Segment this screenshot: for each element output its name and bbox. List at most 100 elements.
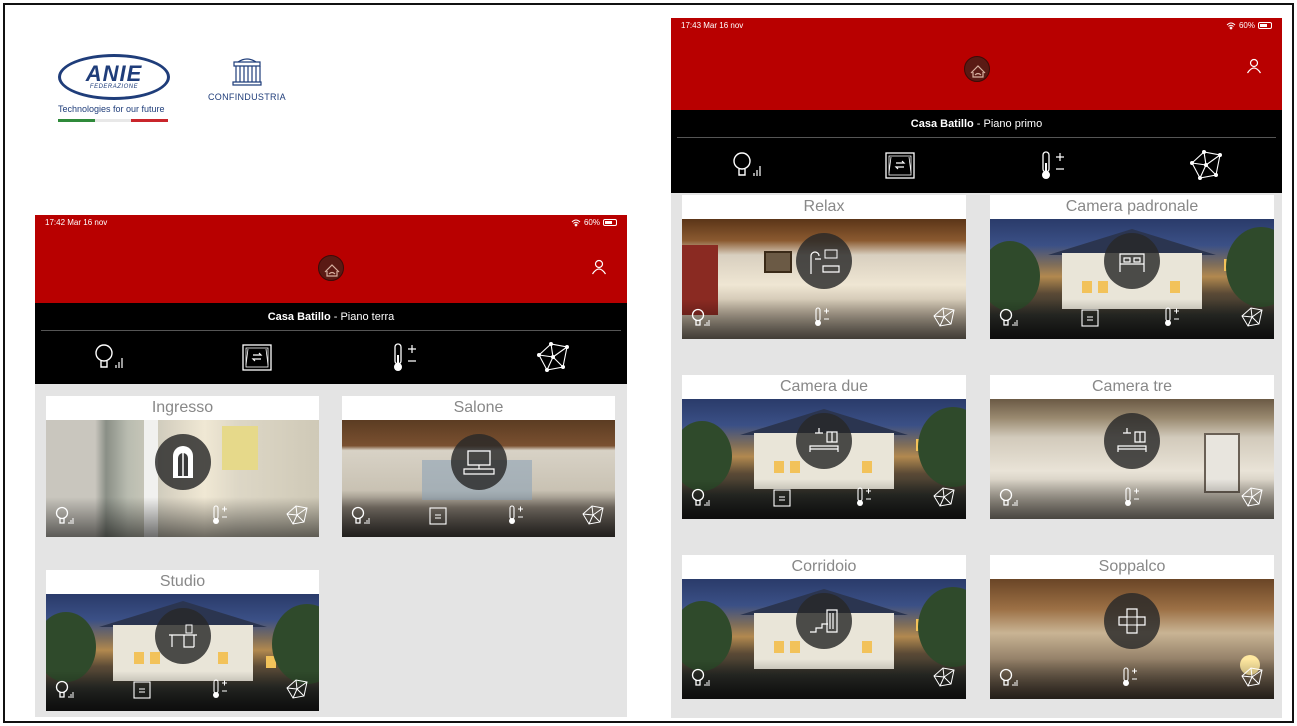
network-scenarios-icon[interactable]: [535, 341, 571, 373]
shutters-icon[interactable]: [772, 488, 792, 508]
lights-icon[interactable]: [54, 680, 76, 700]
lights-icon[interactable]: [729, 150, 765, 180]
lights-icon[interactable]: [998, 308, 1020, 328]
room-photo: [46, 594, 319, 711]
thermostat-icon[interactable]: [210, 504, 230, 526]
shutters-icon[interactable]: [239, 342, 275, 372]
status-bar: 17:42 Mar 16 nov 60%: [45, 218, 617, 227]
thermostat-icon[interactable]: [1120, 666, 1140, 688]
thermostat-icon[interactable]: [506, 504, 526, 526]
network-scenarios-icon[interactable]: [932, 486, 956, 508]
app-logo-button[interactable]: [318, 255, 344, 281]
tablet-screen-piano-terra: 17:42 Mar 16 nov 60% Casa Batillo - Pian…: [35, 215, 627, 717]
room-card-studio[interactable]: Studio: [46, 570, 319, 711]
lights-icon[interactable]: [690, 668, 712, 688]
room-title: Ingresso: [46, 396, 319, 420]
network-scenarios-icon[interactable]: [1240, 306, 1264, 328]
lights-icon[interactable]: [998, 488, 1020, 508]
thermostat-icon[interactable]: [1122, 486, 1142, 508]
network-scenarios-icon[interactable]: [1240, 666, 1264, 688]
tablet-screen-piano-primo: 17:43 Mar 16 nov 60% Casa Batillo - Pian…: [671, 18, 1282, 718]
network-scenarios-icon[interactable]: [581, 504, 605, 526]
room-card-ingresso[interactable]: Ingresso: [46, 396, 319, 537]
shutters-icon[interactable]: [882, 150, 918, 180]
confindustria-emblem-icon: [232, 58, 262, 86]
thermostat-icon[interactable]: [1162, 306, 1182, 328]
network-scenarios-icon[interactable]: [285, 504, 309, 526]
room-photo: [46, 420, 319, 537]
room-photo: [342, 420, 615, 537]
bed-icon: [1104, 233, 1160, 289]
bedroom-lamp-icon: [796, 413, 852, 469]
house-logo-icon: [970, 65, 985, 78]
wifi-icon: [1226, 22, 1236, 30]
room-title: Relax: [682, 195, 966, 219]
room-title: Camera due: [682, 375, 966, 399]
room-title: Camera padronale: [990, 195, 1274, 219]
room-card-camera-due[interactable]: Camera due: [682, 375, 966, 519]
italian-flag-stripe: [58, 119, 169, 122]
network-scenarios-icon[interactable]: [1188, 149, 1224, 181]
room-card-salone[interactable]: Salone: [342, 396, 615, 537]
battery-percent: 60%: [1238, 21, 1255, 30]
thermostat-icon[interactable]: [387, 341, 423, 373]
status-time: 17:43 Mar 16 nov: [681, 21, 744, 30]
network-scenarios-icon[interactable]: [1240, 486, 1264, 508]
thermostat-icon[interactable]: [812, 306, 832, 328]
room-card-corridoio[interactable]: Corridoio: [682, 555, 966, 699]
house-floor-label[interactable]: Casa Batillo - Piano terra: [41, 303, 621, 331]
battery-icon: [1258, 22, 1272, 29]
thermostat-icon[interactable]: [854, 486, 874, 508]
room-photo: [682, 219, 966, 339]
floor-nav: Casa Batillo - Piano primo: [671, 110, 1282, 193]
room-card-soppalco[interactable]: Soppalco: [990, 555, 1274, 699]
status-bar: 17:43 Mar 16 nov 60%: [681, 21, 1272, 30]
lights-icon[interactable]: [690, 308, 712, 328]
stairs-corridor-icon: [796, 593, 852, 649]
wifi-icon: [571, 219, 581, 227]
room-photo: [990, 219, 1274, 339]
lights-icon[interactable]: [690, 488, 712, 508]
shutters-icon[interactable]: [428, 506, 448, 526]
network-scenarios-icon[interactable]: [932, 666, 956, 688]
shutters-icon[interactable]: [1080, 308, 1100, 328]
lights-icon[interactable]: [350, 506, 372, 526]
thermostat-icon[interactable]: [1035, 149, 1071, 181]
desk-icon: [154, 608, 211, 664]
anie-logo: ANIE FEDERAZIONE Technologies for our fu…: [58, 54, 170, 122]
lights-icon[interactable]: [91, 342, 127, 372]
room-card-camera-padronale[interactable]: Camera padronale: [990, 195, 1274, 339]
room-title: Studio: [46, 570, 319, 594]
tv-icon: [450, 434, 507, 490]
app-header: 17:43 Mar 16 nov 60%: [671, 18, 1282, 110]
anie-tagline: Technologies for our future: [58, 104, 165, 114]
app-header: 17:42 Mar 16 nov 60%: [35, 215, 627, 303]
room-title: Corridoio: [682, 555, 966, 579]
thermostat-icon[interactable]: [210, 678, 230, 700]
confindustria-logo: CONFINDUSTRIA: [208, 58, 286, 102]
user-icon[interactable]: [1246, 58, 1262, 74]
lights-icon[interactable]: [998, 668, 1020, 688]
shutters-icon[interactable]: [132, 680, 152, 700]
room-photo: [990, 399, 1274, 519]
user-icon[interactable]: [591, 259, 607, 275]
network-scenarios-icon[interactable]: [285, 678, 309, 700]
loft-icon: [1104, 593, 1160, 649]
battery-icon: [603, 219, 617, 226]
room-photo: [990, 579, 1274, 699]
room-card-camera-tre[interactable]: Camera tre: [990, 375, 1274, 519]
room-title: Salone: [342, 396, 615, 420]
shower-bath-icon: [796, 233, 852, 289]
floor-nav: Casa Batillo - Piano terra: [35, 303, 627, 384]
bedroom-lamp-icon: [1104, 413, 1160, 469]
network-scenarios-icon[interactable]: [932, 306, 956, 328]
room-photo: [682, 579, 966, 699]
app-logo-button[interactable]: [963, 56, 990, 82]
battery-percent: 60%: [583, 218, 600, 227]
lights-icon[interactable]: [54, 506, 76, 526]
house-floor-label[interactable]: Casa Batillo - Piano primo: [677, 110, 1276, 138]
room-title: Soppalco: [990, 555, 1274, 579]
room-card-relax[interactable]: Relax: [682, 195, 966, 339]
room-photo: [682, 399, 966, 519]
room-title: Camera tre: [990, 375, 1274, 399]
